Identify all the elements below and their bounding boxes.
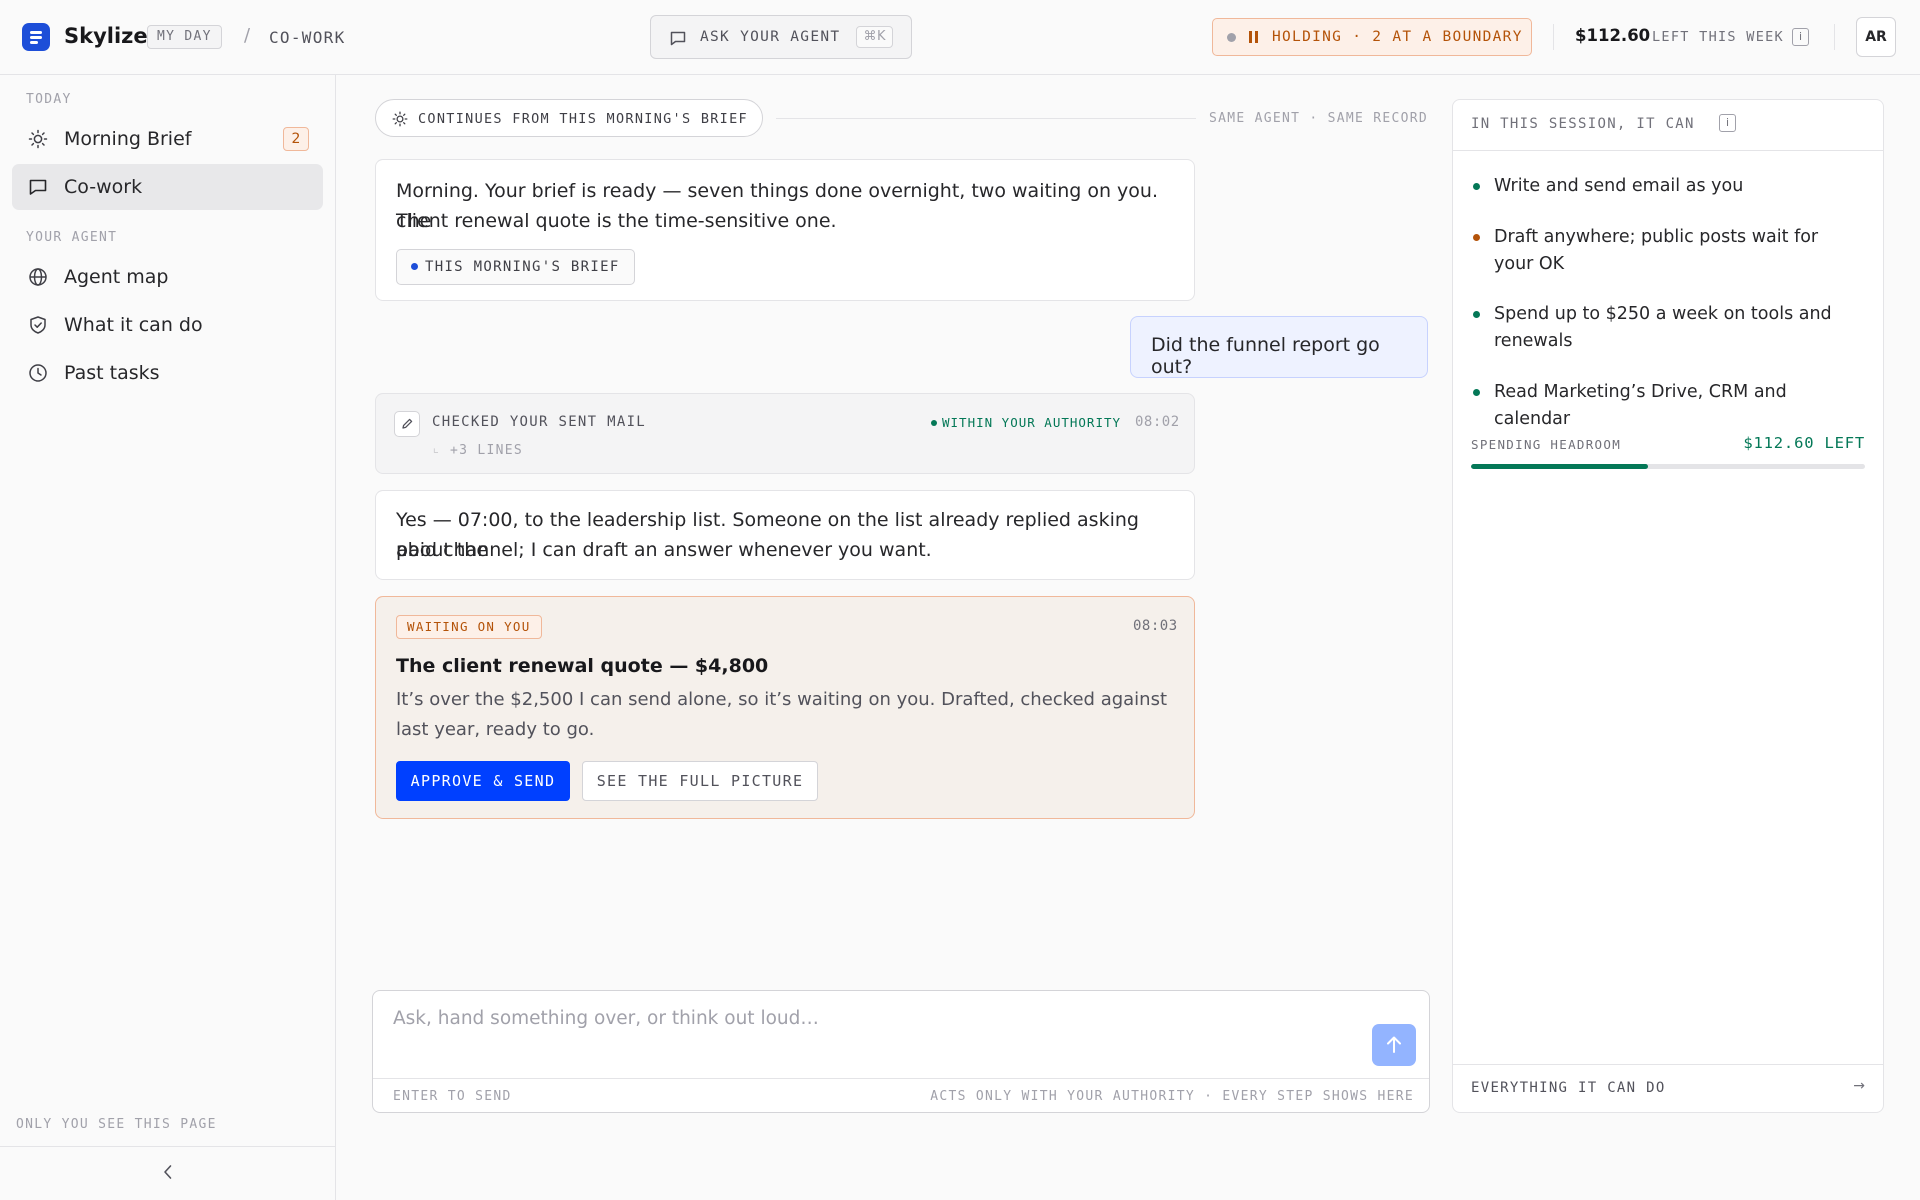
agent-message: Yes — 07:00, to the leadership list. Som… — [375, 490, 1195, 580]
waiting-badge: WAITING ON YOU — [396, 615, 542, 639]
user-message: Did the funnel report go out? — [1130, 316, 1428, 378]
brand-name: Skylize — [64, 24, 148, 48]
status-dot-icon — [1227, 33, 1236, 42]
panel-divider — [1453, 1064, 1883, 1065]
send-button[interactable] — [1372, 1024, 1416, 1066]
capability-text: Read Marketing’s Drive, CRM and calendar — [1494, 382, 1787, 429]
breadcrumb-current: CO-WORK — [269, 28, 346, 47]
capability-item: Write and send email as you — [1473, 173, 1863, 200]
chevron-left-icon[interactable] — [156, 1155, 180, 1189]
breadcrumb-separator: / — [244, 25, 251, 46]
budget-label: LEFT THIS WEEK — [1652, 29, 1784, 45]
brief-reference-chip[interactable]: THIS MORNING'S BRIEF — [396, 249, 635, 285]
approve-send-button[interactable]: APPROVE & SEND — [396, 761, 570, 801]
message-composer[interactable]: Ask, hand something over, or think out l… — [372, 990, 1430, 1113]
approval-request-card: WAITING ON YOU 08:03 The client renewal … — [375, 596, 1195, 819]
sun-icon — [392, 111, 408, 127]
panel-divider — [1453, 150, 1883, 151]
chat-icon — [29, 179, 47, 195]
expand-lines-toggle[interactable]: +3 LINES — [432, 441, 523, 458]
action-timestamp: 08:02 — [1135, 414, 1180, 430]
status-dot-icon — [1473, 234, 1480, 241]
globe-icon — [29, 268, 47, 286]
shield-check-icon — [30, 316, 46, 334]
top-bar: Skylize MY DAY / CO-WORK ASK YOUR AGENT … — [0, 0, 1920, 75]
context-note: SAME AGENT · SAME RECORD — [1208, 111, 1428, 126]
status-dot-icon — [1473, 389, 1480, 396]
sidebar-item-label: What it can do — [64, 314, 203, 336]
capabilities-panel: IN THIS SESSION, IT CAN i Write and send… — [1452, 99, 1884, 1113]
sidebar: TODAY Morning Brief 2 Co-work YOUR AGENT… — [0, 75, 336, 1200]
spending-progress-fill — [1471, 464, 1649, 469]
spending-headroom-value: $112.60 LEFT — [1743, 434, 1865, 452]
agent-message: Morning. Your brief is ready — seven thi… — [375, 159, 1195, 301]
chat-icon — [670, 31, 686, 46]
clock-icon — [29, 364, 47, 382]
header-divider — [1834, 24, 1835, 50]
sun-icon — [28, 129, 48, 149]
holding-status-badge[interactable]: HOLDING · 2 AT A BOUNDARY — [1212, 18, 1532, 56]
sidebar-item-label: Agent map — [64, 266, 169, 288]
count-badge: 2 — [283, 127, 309, 151]
info-icon[interactable]: i — [1719, 114, 1736, 132]
authority-hint: ACTS ONLY WITH YOUR AUTHORITY · EVERY ST… — [930, 1089, 1414, 1104]
sidebar-item-past-tasks[interactable]: Past tasks — [12, 350, 323, 396]
capability-text: Write and send email as you — [1494, 176, 1744, 196]
action-log-card[interactable]: CHECKED YOUR SENT MAIL +3 LINES WITHIN Y… — [375, 393, 1195, 474]
composer-divider — [373, 1078, 1429, 1079]
authority-status: WITHIN YOUR AUTHORITY — [930, 415, 1122, 430]
sidebar-item-label: Co-work — [64, 176, 143, 198]
avatar[interactable]: AR — [1856, 17, 1896, 57]
header-divider — [1553, 24, 1554, 50]
capability-item: Draft anywhere; public posts wait for yo… — [1473, 224, 1863, 278]
ask-agent-label: ASK YOUR AGENT — [700, 29, 841, 45]
send-hint: ENTER TO SEND — [393, 1089, 512, 1104]
capability-text: Draft anywhere; public posts wait for yo… — [1494, 227, 1819, 274]
capability-item: Spend up to $250 a week on tools and ren… — [1473, 301, 1863, 355]
sidebar-item-co-work[interactable]: Co-work — [12, 164, 323, 210]
sidebar-divider — [0, 1146, 336, 1147]
shortcut-hint: ⌘K — [856, 26, 893, 48]
message-line: client renewal quote is the time-sensiti… — [396, 210, 837, 232]
status-dot-icon — [1473, 311, 1480, 318]
spending-headroom-label: SPENDING HEADROOM — [1471, 437, 1622, 452]
see-full-picture-button[interactable]: SEE THE FULL PICTURE — [582, 761, 818, 801]
request-title: The client renewal quote — $4,800 — [396, 655, 769, 677]
continues-label: CONTINUES FROM THIS MORNING'S BRIEF — [418, 111, 748, 127]
continues-from-brief-pill[interactable]: CONTINUES FROM THIS MORNING'S BRIEF — [375, 99, 763, 137]
section-label-today: TODAY — [26, 92, 72, 107]
skylize-logo-icon[interactable] — [22, 23, 50, 51]
privacy-note: ONLY YOU SEE THIS PAGE — [16, 1117, 217, 1132]
breadcrumb-my-day[interactable]: MY DAY — [147, 25, 222, 49]
sidebar-item-label: Past tasks — [64, 362, 160, 384]
thread-divider — [776, 118, 1196, 119]
request-timestamp: 08:03 — [1133, 618, 1178, 634]
info-icon[interactable]: i — [1792, 28, 1809, 46]
ask-agent-button[interactable]: ASK YOUR AGENT ⌘K — [650, 15, 912, 59]
capability-item: Read Marketing’s Drive, CRM and calendar — [1473, 379, 1863, 433]
everything-it-can-do-link[interactable]: EVERYTHING IT CAN DO — [1471, 1080, 1666, 1096]
budget-amount: $112.60 — [1575, 26, 1651, 45]
status-dot-icon — [1473, 183, 1480, 190]
sidebar-item-morning-brief[interactable]: Morning Brief 2 — [12, 116, 323, 162]
holding-status-text: HOLDING · 2 AT A BOUNDARY — [1272, 29, 1523, 45]
user-message-text: Did the funnel report go out? — [1151, 334, 1380, 378]
panel-heading: IN THIS SESSION, IT CAN — [1471, 116, 1695, 132]
composer-input[interactable]: Ask, hand something over, or think out l… — [393, 1008, 819, 1029]
request-body: It’s over the $2,500 I can send alone, s… — [396, 689, 1168, 740]
pencil-icon — [394, 411, 420, 437]
sidebar-item-agent-map[interactable]: Agent map — [12, 254, 323, 300]
sidebar-item-label: Morning Brief — [64, 128, 192, 150]
arrow-up-icon — [1387, 1036, 1401, 1053]
spending-progress-bar — [1471, 464, 1865, 469]
action-title: CHECKED YOUR SENT MAIL — [432, 414, 647, 430]
sidebar-item-what-it-can-do[interactable]: What it can do — [12, 302, 323, 348]
arrow-right-icon[interactable]: → — [1853, 1078, 1865, 1094]
capability-text: Spend up to $250 a week on tools and ren… — [1494, 304, 1832, 351]
pause-icon — [1249, 31, 1258, 43]
section-label-your-agent: YOUR AGENT — [26, 230, 118, 245]
message-line: paid channel; I can draft an answer when… — [396, 539, 932, 561]
